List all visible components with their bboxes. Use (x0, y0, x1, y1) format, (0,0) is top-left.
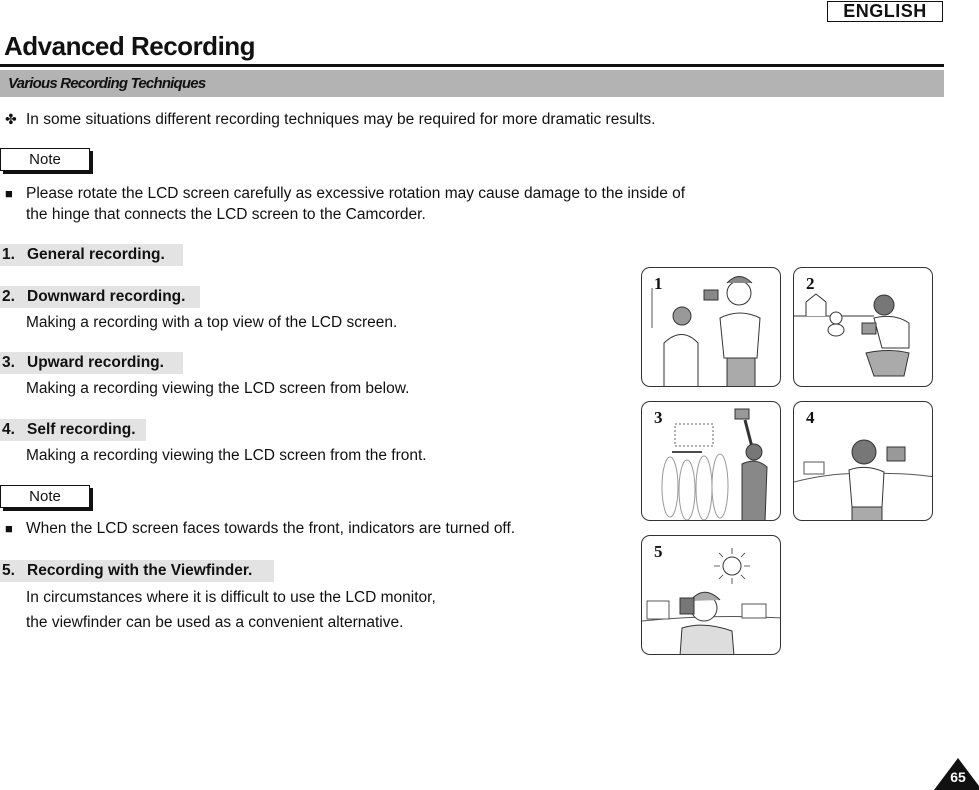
viewfinder-recording-illustration: 5 (641, 535, 781, 655)
technique-title: Recording with the Viewfinder. (27, 562, 253, 579)
technique-number: 3. (2, 354, 15, 371)
technique-heading-5: 5. Recording with the Viewfinder. (0, 560, 274, 582)
note-text-line: Please rotate the LCD screen carefully a… (26, 185, 686, 202)
technique-heading-2: 2. Downward recording. (0, 286, 200, 308)
technique-number: 2. (2, 288, 15, 305)
technique-description: Making a recording viewing the LCD scree… (26, 447, 427, 464)
square-bullet-icon: ■ (5, 186, 13, 201)
illustration-drawing (651, 276, 761, 386)
language-badge: ENGLISH (827, 1, 943, 22)
page-title: Advanced Recording (4, 31, 256, 61)
illustration-drawing (661, 408, 768, 520)
page-number: 65 (950, 769, 966, 785)
self-recording-illustration: 4 (793, 401, 933, 521)
technique-title: Self recording. (27, 421, 136, 438)
illustration-drawing (794, 293, 910, 377)
general-recording-illustration: 1 (641, 267, 781, 387)
technique-description: Making a recording with a top view of th… (26, 314, 398, 331)
four-leaf-clover-icon: ✤ (5, 111, 17, 127)
technique-heading-1: 1. General recording. (0, 244, 183, 266)
technique-number: 5. (2, 562, 15, 579)
downward-recording-illustration: 2 (793, 267, 933, 387)
note-text-line: When the LCD screen faces towards the fr… (26, 520, 516, 537)
technique-number: 1. (2, 246, 15, 263)
technique-number: 4. (2, 421, 15, 438)
illustration-number: 5 (654, 542, 663, 561)
square-bullet-icon: ■ (5, 521, 13, 536)
illustration-number: 3 (654, 408, 663, 427)
technique-description: Making a recording viewing the LCD scree… (26, 380, 410, 397)
section-header: Various Recording Techniques (0, 70, 944, 97)
illustration-number: 2 (806, 274, 815, 293)
illustration-number: 1 (654, 274, 663, 293)
technique-heading-3: 3. Upward recording. (0, 352, 183, 374)
technique-title: Upward recording. (27, 354, 164, 371)
note-text-line: the hinge that connects the LCD screen t… (26, 206, 426, 223)
technique-description: In circumstances where it is difficult t… (26, 589, 436, 606)
technique-title: Downward recording. (27, 288, 186, 305)
upward-recording-illustration: 3 (641, 401, 781, 521)
note-label: Note (0, 485, 90, 508)
title-divider (0, 64, 944, 67)
illustration-drawing (642, 548, 780, 654)
note-label: Note (0, 148, 90, 171)
technique-description: the viewfinder can be used as a convenie… (26, 614, 404, 631)
illustration-number: 4 (806, 408, 815, 427)
section-title: Various Recording Techniques (8, 75, 206, 92)
intro-text: In some situations different recording t… (26, 111, 656, 128)
technique-heading-4: 4. Self recording. (0, 419, 146, 441)
technique-title: General recording. (27, 246, 165, 263)
